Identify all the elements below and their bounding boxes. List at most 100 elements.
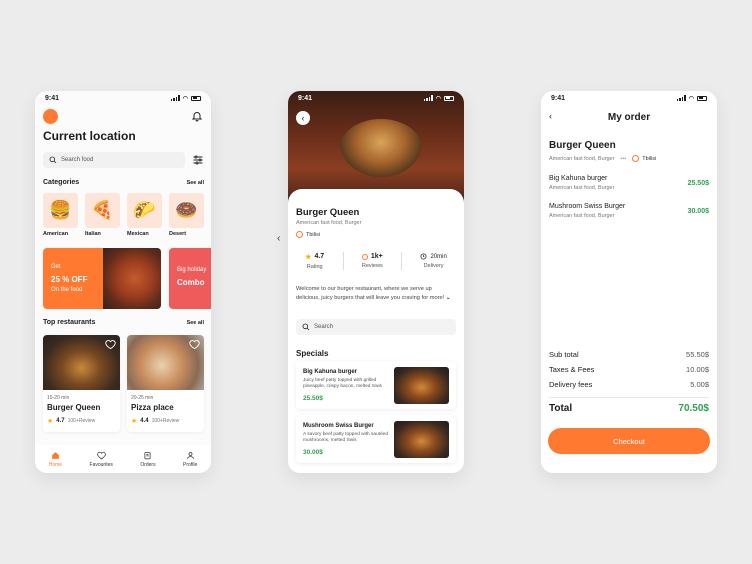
status-icons: ◠ (676, 95, 707, 102)
restaurant-name: Burger Queen (47, 403, 101, 412)
tab-orders[interactable]: Orders (140, 451, 156, 468)
status-bar: 9:41 ◠ (298, 93, 454, 103)
stat-reviews: 1k+ Reviews (361, 253, 383, 269)
tab-label: Home (48, 461, 63, 468)
stat-value: 20min (430, 253, 447, 260)
checkout-button[interactable]: Checkout (548, 428, 710, 454)
taco-icon: 🌮 (127, 193, 162, 228)
search-icon (302, 323, 310, 331)
review-count: 100+Review (67, 418, 96, 424)
signal-icon (170, 95, 180, 101)
status-time: 9:41 (551, 94, 566, 102)
dish-name: Big Kahuna burger (303, 369, 358, 375)
location-label: Tbilisi (642, 155, 657, 162)
search-input[interactable]: Search food (43, 152, 185, 168)
subtotal-value: 55.50$ (686, 350, 709, 359)
user-icon (186, 451, 194, 459)
restaurant-description: Welcome to our burger restaurant, where … (296, 285, 456, 302)
back-button[interactable]: ‹ (296, 111, 310, 125)
restaurant-time: 20-25 min (131, 395, 154, 401)
page-title: My order (607, 112, 651, 123)
star-icon: ★ (131, 418, 138, 425)
category-label: Italian (85, 231, 101, 237)
location-label: Tbilisi (306, 231, 321, 238)
promo-food-image (103, 248, 161, 309)
categories-title: Categories (43, 179, 80, 186)
delivery-value: 5.00$ (690, 380, 709, 389)
tab-favourites[interactable]: Favourites (90, 451, 113, 468)
status-icons: ◠ (423, 95, 454, 102)
category-label: American (43, 231, 69, 237)
restaurant-card[interactable]: 15-20 min Burger Queen ★ 4.7 100+Review (43, 335, 120, 432)
heart-icon[interactable] (105, 339, 116, 350)
category-label: Mexican (127, 231, 149, 237)
tab-label: Orders (140, 461, 156, 468)
categories-see-all[interactable]: See all (187, 180, 204, 186)
special-dish-card[interactable]: Big Kahuna burger Juicy beef patty toppe… (296, 361, 456, 409)
restaurant-hero-image (288, 91, 464, 203)
review-icon (361, 253, 368, 260)
restaurant-card[interactable]: 20-25 min Pizza place ★ 4.4 100+Review (127, 335, 204, 432)
category-american[interactable]: 🍔 American (43, 193, 78, 237)
location-pin-icon (296, 231, 303, 238)
search-placeholder: Search food (61, 157, 94, 163)
restaurant-name: Burger Queen (549, 140, 616, 151)
dish-price: 25.50$ (303, 395, 323, 402)
dish-image (394, 367, 449, 404)
chevron-left-icon: ‹ (301, 113, 305, 123)
location-pin-icon (632, 155, 640, 162)
total-label: Total (549, 403, 573, 414)
order-item[interactable]: Big Kahuna burger American fast food, Bu… (549, 175, 709, 191)
restaurant-cuisine: American fast food, Burger (549, 155, 615, 162)
avatar[interactable] (43, 109, 58, 124)
home-icon (52, 451, 59, 459)
restaurants-see-all[interactable]: See all (187, 320, 204, 326)
review-count: 100+Review (151, 418, 180, 424)
filter-icon[interactable] (192, 154, 204, 166)
burger-photo (340, 119, 422, 177)
separator: ••• (620, 155, 627, 162)
battery-icon (697, 95, 707, 101)
special-dish-card[interactable]: Mushroom Swiss Burger A savory beef patt… (296, 415, 456, 463)
restaurant-stats: ★ 4.7 Rating 1k+ Reviews 20min Delivery (296, 247, 456, 275)
promo-banner-discount[interactable]: Get 25 % OFF On the food (43, 248, 161, 309)
taxes-value: 10.00$ (686, 365, 709, 374)
star-icon: ★ (305, 253, 312, 261)
home-screen: 9:41 ◠ Current location Search food Cate… (35, 91, 211, 473)
pizza-icon: 🍕 (85, 193, 120, 228)
restaurant-image (127, 335, 204, 390)
restaurant-screen: 9:41 ◠ ‹ Burger Queen American fast food… (288, 91, 464, 473)
order-screen: 9:41 ◠ ‹ My order Burger Queen American … (541, 91, 717, 473)
clock-icon (420, 253, 427, 260)
status-bar: 9:41 ◠ (45, 93, 201, 103)
restaurant-image (43, 335, 120, 390)
tab-label: Profile (183, 461, 198, 468)
category-desert[interactable]: 🍩 Desert (169, 193, 204, 237)
total-row: Total 70.50$ (549, 403, 709, 414)
stat-value: 1k+ (370, 253, 383, 260)
promo-banner-combo[interactable]: Big holiday Combo (169, 248, 211, 309)
page-title: Current location (43, 129, 136, 143)
status-time: 9:41 (45, 94, 60, 102)
clipboard-icon (144, 451, 151, 459)
wifi-icon: ◠ (688, 95, 694, 102)
bell-icon[interactable] (191, 110, 203, 122)
battery-icon (191, 95, 201, 101)
category-italian[interactable]: 🍕 Italian (85, 193, 120, 237)
chevron-down-icon[interactable]: ⌄ (446, 295, 451, 301)
search-input[interactable]: Search (296, 319, 456, 335)
category-mexican[interactable]: 🌮 Mexican (127, 193, 162, 237)
item-name: Big Kahuna burger (549, 175, 608, 182)
dish-description: A savory beef patty topped with sautéed … (303, 432, 389, 443)
item-price: 30.00$ (687, 208, 709, 215)
restaurant-rating: ★ 4.4 100+Review (131, 417, 179, 425)
category-label: Desert (169, 231, 187, 237)
wifi-icon: ◠ (435, 95, 441, 102)
restaurant-cuisine: American fast food, Burger (296, 220, 362, 226)
tab-profile[interactable]: Profile (183, 451, 197, 468)
rating-value: 4.7 (56, 418, 65, 424)
tab-home[interactable]: Home (49, 451, 62, 468)
order-item[interactable]: Mushroom Swiss Burger American fast food… (549, 203, 709, 219)
restaurant-name: Pizza place (131, 403, 174, 412)
heart-icon[interactable] (189, 339, 200, 350)
